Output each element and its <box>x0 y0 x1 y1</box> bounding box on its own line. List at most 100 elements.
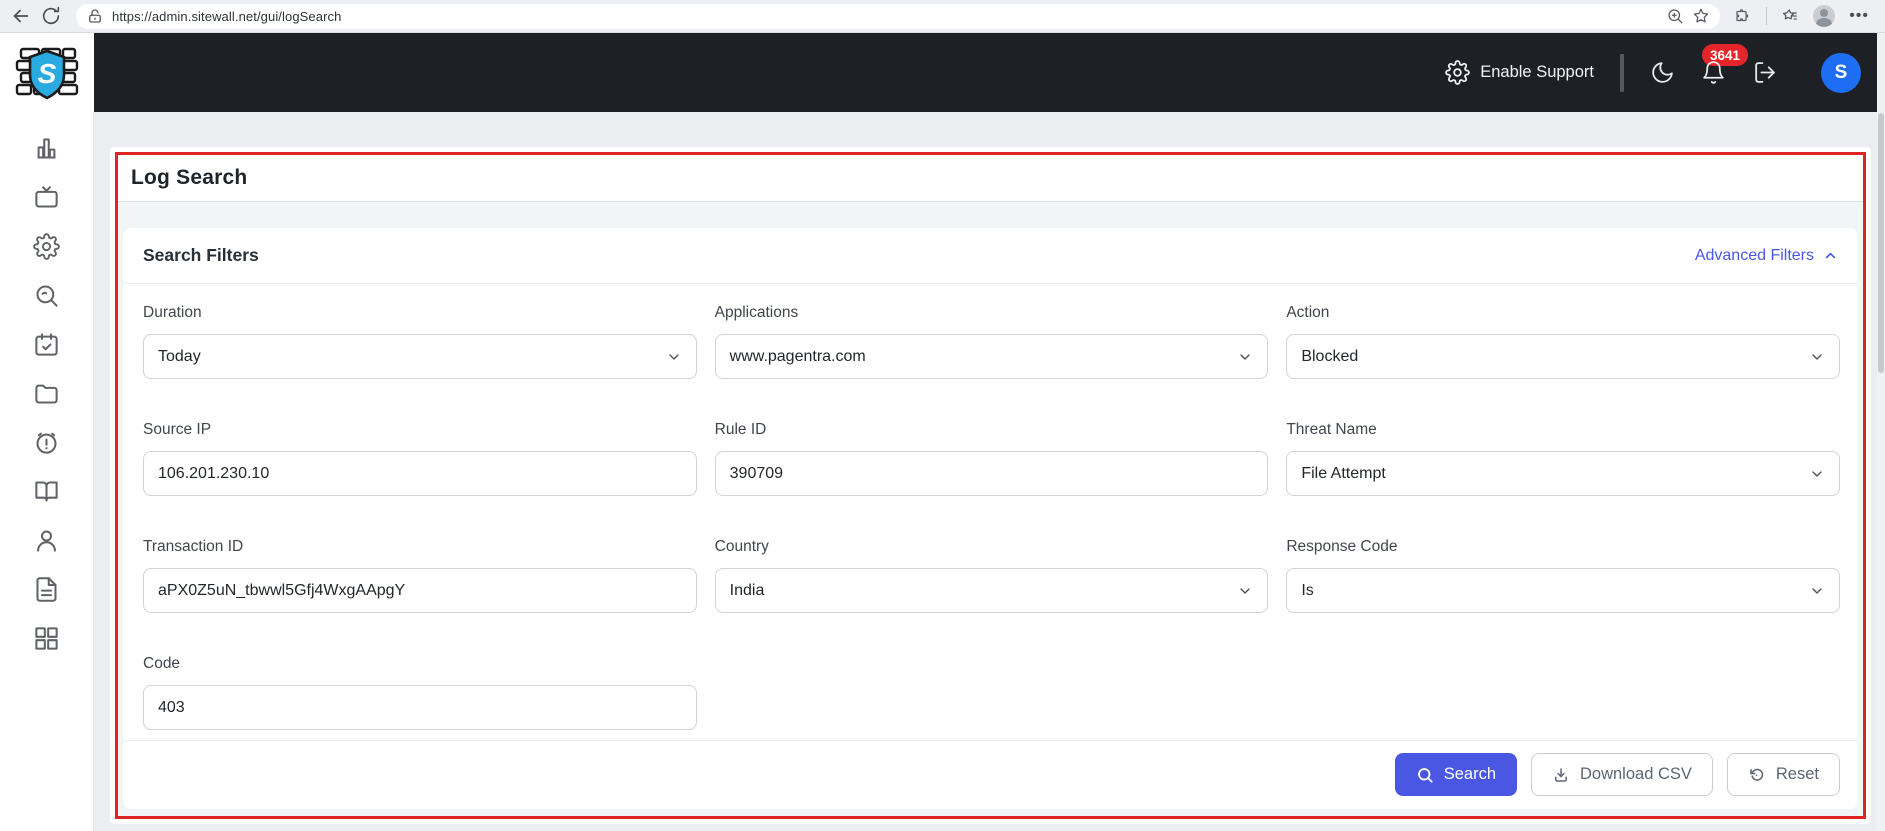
bell-icon <box>1703 61 1724 84</box>
reset-label: Reset <box>1775 765 1819 783</box>
advanced-filters-label: Advanced Filters <box>1694 246 1814 264</box>
bar-chart-icon <box>37 137 56 159</box>
field-label: Code <box>143 655 181 672</box>
applications-field: Applications www.pagentra.com <box>714 304 1269 379</box>
threat-name-select[interactable]: File Attempt <box>1286 451 1840 496</box>
highlighted-region: Log Search Search Filters Advanced Filte… <box>115 152 1866 819</box>
sidebar-item-settings[interactable] <box>27 232 67 260</box>
gear-icon <box>33 232 60 260</box>
refresh-icon[interactable] <box>40 5 62 27</box>
page-title-bar: Log Search <box>118 155 1863 202</box>
reset-button[interactable]: Reset <box>1726 753 1840 796</box>
sidebar-item-log-search[interactable] <box>27 281 67 309</box>
sidebar-item-monitoring[interactable] <box>27 183 67 211</box>
sidebar-item-apps[interactable] <box>27 624 67 652</box>
action-field: Action Blocked <box>1286 304 1840 379</box>
chevron-down-icon <box>1240 587 1250 594</box>
field-label: Duration <box>143 304 202 321</box>
card-title: Search Filters <box>143 245 259 265</box>
rule-id-input[interactable] <box>714 451 1269 496</box>
search-filters-card: Search Filters Advanced Filters Duration… <box>123 228 1858 809</box>
field-label: Rule ID <box>714 421 767 438</box>
sidebar-item-alerts[interactable] <box>27 428 67 456</box>
reset-icon <box>1750 768 1764 781</box>
extensions-icon[interactable] <box>1734 7 1752 25</box>
enable-support-button[interactable]: Enable Support <box>1445 60 1594 85</box>
selected-value: India <box>729 581 765 599</box>
field-label: Threat Name <box>1286 421 1377 438</box>
sidebar-item-scheduled-tasks[interactable] <box>27 330 67 358</box>
field-label: Action <box>1286 304 1330 321</box>
dark-mode-moon-icon[interactable] <box>1650 60 1675 85</box>
field-label: Response Code <box>1286 538 1398 555</box>
logout-icon[interactable] <box>1752 60 1777 85</box>
selected-value: www.pagentra.com <box>729 347 866 365</box>
download-csv-button[interactable]: Download CSV <box>1531 753 1713 796</box>
source-ip-input[interactable] <box>143 451 697 496</box>
sidebar-item-reports[interactable] <box>27 575 67 603</box>
sidebar-item-files[interactable] <box>27 379 67 407</box>
advanced-filters-toggle[interactable]: Advanced Filters <box>1695 247 1838 265</box>
browser-chrome: https://admin.sitewall.net/gui/logSearch… <box>0 0 1885 33</box>
zoom-icon[interactable] <box>1666 7 1684 25</box>
favorites-bar-icon[interactable] <box>1781 7 1799 25</box>
selected-value: Today <box>158 347 201 365</box>
download-csv-label: Download CSV <box>1580 765 1692 783</box>
alarm-alert-icon <box>36 432 57 454</box>
field-label: Applications <box>714 304 799 321</box>
card-header: Search Filters Advanced Filters <box>123 228 1858 284</box>
country-field: Country India <box>714 538 1269 613</box>
transaction-id-input[interactable] <box>143 568 697 613</box>
gear-icon <box>1445 60 1471 85</box>
country-select[interactable]: India <box>714 568 1269 613</box>
tv-icon <box>35 185 58 208</box>
back-icon[interactable] <box>10 5 32 27</box>
sidebar-item-users[interactable] <box>27 526 67 554</box>
duration-select[interactable]: Today <box>143 334 697 379</box>
toolbar-divider <box>1766 7 1768 25</box>
sidebar-item-analytics[interactable] <box>27 134 67 162</box>
selected-value: File Attempt <box>1301 464 1386 482</box>
browser-profile-avatar[interactable] <box>1813 5 1836 27</box>
rule-id-field: Rule ID <box>714 421 1269 496</box>
scrollbar-thumb[interactable] <box>1878 113 1884 373</box>
search-icon <box>1417 767 1433 783</box>
search-button[interactable]: Search <box>1394 753 1517 796</box>
svg-text:S: S <box>38 58 57 89</box>
notifications-button[interactable]: 3641 <box>1701 44 1749 85</box>
code-input[interactable] <box>143 685 697 730</box>
chevron-down-icon <box>668 353 679 360</box>
lock-icon <box>89 9 101 23</box>
app-logo[interactable]: S <box>0 33 94 112</box>
action-select[interactable]: Blocked <box>1286 334 1840 379</box>
header-divider <box>1620 53 1624 92</box>
field-label: Transaction ID <box>143 538 244 555</box>
address-bar[interactable]: https://admin.sitewall.net/gui/logSearch <box>76 3 1721 29</box>
main-content: Log Search Search Filters Advanced Filte… <box>94 112 1885 831</box>
selected-value: Is <box>1301 581 1314 599</box>
page-scrollbar[interactable] <box>1877 33 1885 831</box>
user-avatar[interactable]: S <box>1821 52 1861 93</box>
url-text[interactable]: https://admin.sitewall.net/gui/logSearch <box>112 9 1658 24</box>
source-ip-field: Source IP <box>143 421 697 496</box>
chevron-down-icon <box>1812 470 1822 477</box>
duration-field: Duration Today <box>143 304 697 379</box>
response-code-select[interactable]: Is <box>1286 568 1840 613</box>
chrome-toolbar: ••• <box>1734 5 1875 27</box>
content-frame: Log Search Search Filters Advanced Filte… <box>110 147 1871 824</box>
transaction-id-field: Transaction ID <box>143 538 697 613</box>
code-field: Code <box>143 655 697 730</box>
field-label: Source IP <box>143 421 212 438</box>
download-icon <box>1555 767 1567 782</box>
app-header: S Enable Support 3641 S <box>0 33 1877 112</box>
browser-menu-icon[interactable]: ••• <box>1849 8 1869 24</box>
sidebar-item-documentation[interactable] <box>27 477 67 505</box>
folder-icon <box>35 384 58 404</box>
favorite-star-icon[interactable] <box>1692 7 1710 25</box>
applications-select[interactable]: www.pagentra.com <box>714 334 1269 379</box>
search-icon <box>36 284 58 307</box>
sitewall-logo-icon: S <box>15 47 79 99</box>
chevron-up-icon <box>1825 252 1836 259</box>
user-icon <box>37 529 56 552</box>
page-title: Log Search <box>131 166 248 189</box>
